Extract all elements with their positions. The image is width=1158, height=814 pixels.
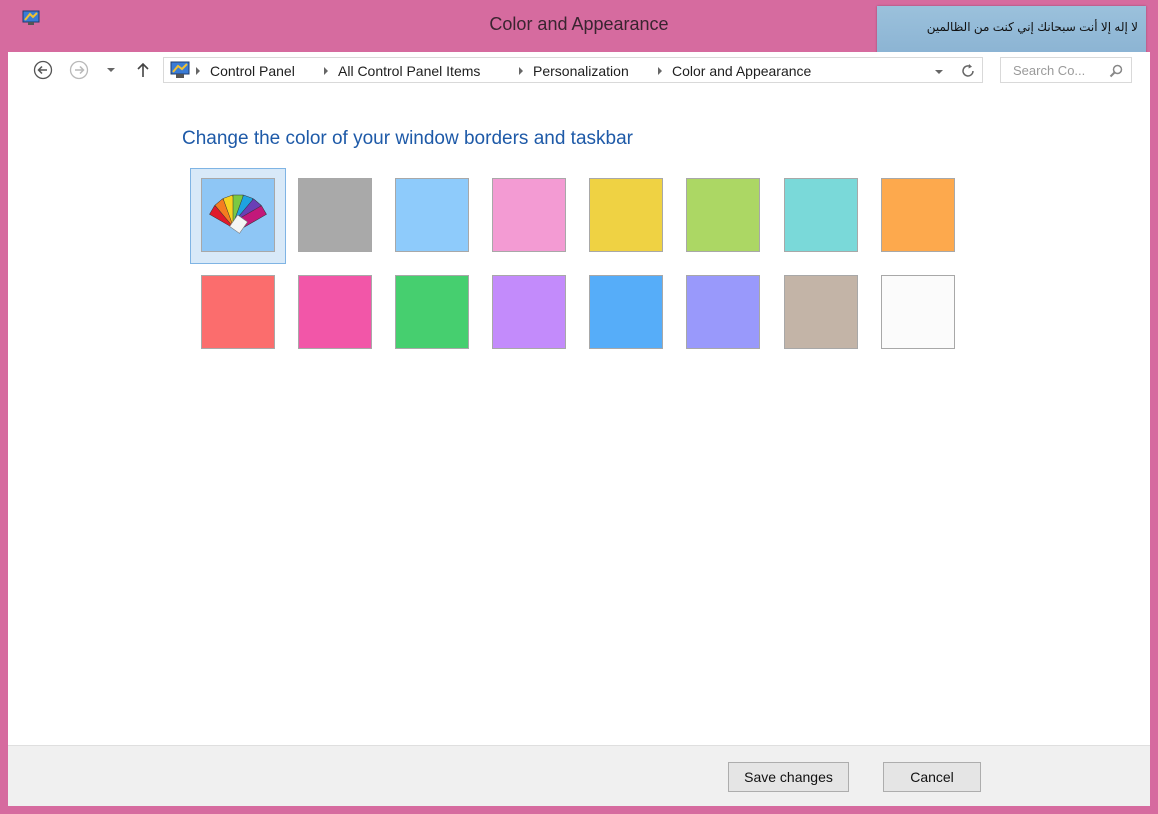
breadcrumb-separator-icon (658, 67, 662, 75)
breadcrumb-control-panel[interactable]: Control Panel (210, 63, 295, 79)
control-panel-icon (170, 61, 190, 78)
window: Color and Appearance لا إله إلا أنت سبحا… (0, 0, 1158, 814)
color-swatch-white[interactable] (881, 275, 955, 349)
chevron-down-icon (107, 68, 115, 72)
color-swatch-green[interactable] (395, 275, 469, 349)
address-bar: Control Panel All Control Panel Items Pe… (8, 52, 1150, 92)
color-swatch-taupe[interactable] (784, 275, 858, 349)
color-swatch-lime-green[interactable] (686, 178, 760, 252)
color-swatch-magenta[interactable] (298, 275, 372, 349)
breadcrumb-personalization[interactable]: Personalization (533, 63, 629, 79)
color-swatch-orange[interactable] (881, 178, 955, 252)
color-swatch-teal[interactable] (784, 178, 858, 252)
search-placeholder: Search Co... (1013, 63, 1086, 78)
breadcrumb-color-appearance[interactable]: Color and Appearance (672, 63, 811, 79)
client-area: Control Panel All Control Panel Items Pe… (8, 52, 1150, 806)
color-swatch-pink[interactable] (492, 178, 566, 252)
address-dropdown-icon[interactable] (934, 67, 944, 77)
up-button[interactable] (134, 59, 152, 81)
forward-arrow-icon (69, 60, 89, 80)
forward-button[interactable] (68, 59, 90, 81)
color-swatch-blue[interactable] (589, 275, 663, 349)
footer-bar: Save changes Cancel (8, 745, 1150, 806)
color-swatch-gray[interactable] (298, 178, 372, 252)
breadcrumb-all-items[interactable]: All Control Panel Items (338, 63, 480, 79)
breadcrumb-separator-icon (324, 67, 328, 75)
refresh-icon[interactable] (960, 63, 976, 79)
address-field[interactable]: Control Panel All Control Panel Items Pe… (163, 57, 983, 83)
color-swatch-light-blue[interactable] (395, 178, 469, 252)
recent-locations-button[interactable] (104, 59, 118, 81)
color-swatch-violet[interactable] (492, 275, 566, 349)
breadcrumb-separator-icon (196, 67, 200, 75)
breadcrumb-separator-icon (519, 67, 523, 75)
search-input[interactable]: Search Co... (1000, 57, 1132, 83)
cancel-button[interactable]: Cancel (883, 762, 981, 792)
color-swatch-red[interactable] (201, 275, 275, 349)
back-button[interactable] (32, 59, 54, 81)
search-icon[interactable] (1109, 64, 1123, 78)
color-swatch-automatic[interactable] (201, 178, 275, 252)
save-changes-button[interactable]: Save changes (728, 762, 849, 792)
color-swatch-yellow[interactable] (589, 178, 663, 252)
up-arrow-icon (137, 62, 149, 77)
back-arrow-icon (33, 60, 53, 80)
color-palette-icon (209, 194, 267, 234)
page-heading: Change the color of your window borders … (182, 128, 633, 149)
color-swatch-periwinkle[interactable] (686, 275, 760, 349)
